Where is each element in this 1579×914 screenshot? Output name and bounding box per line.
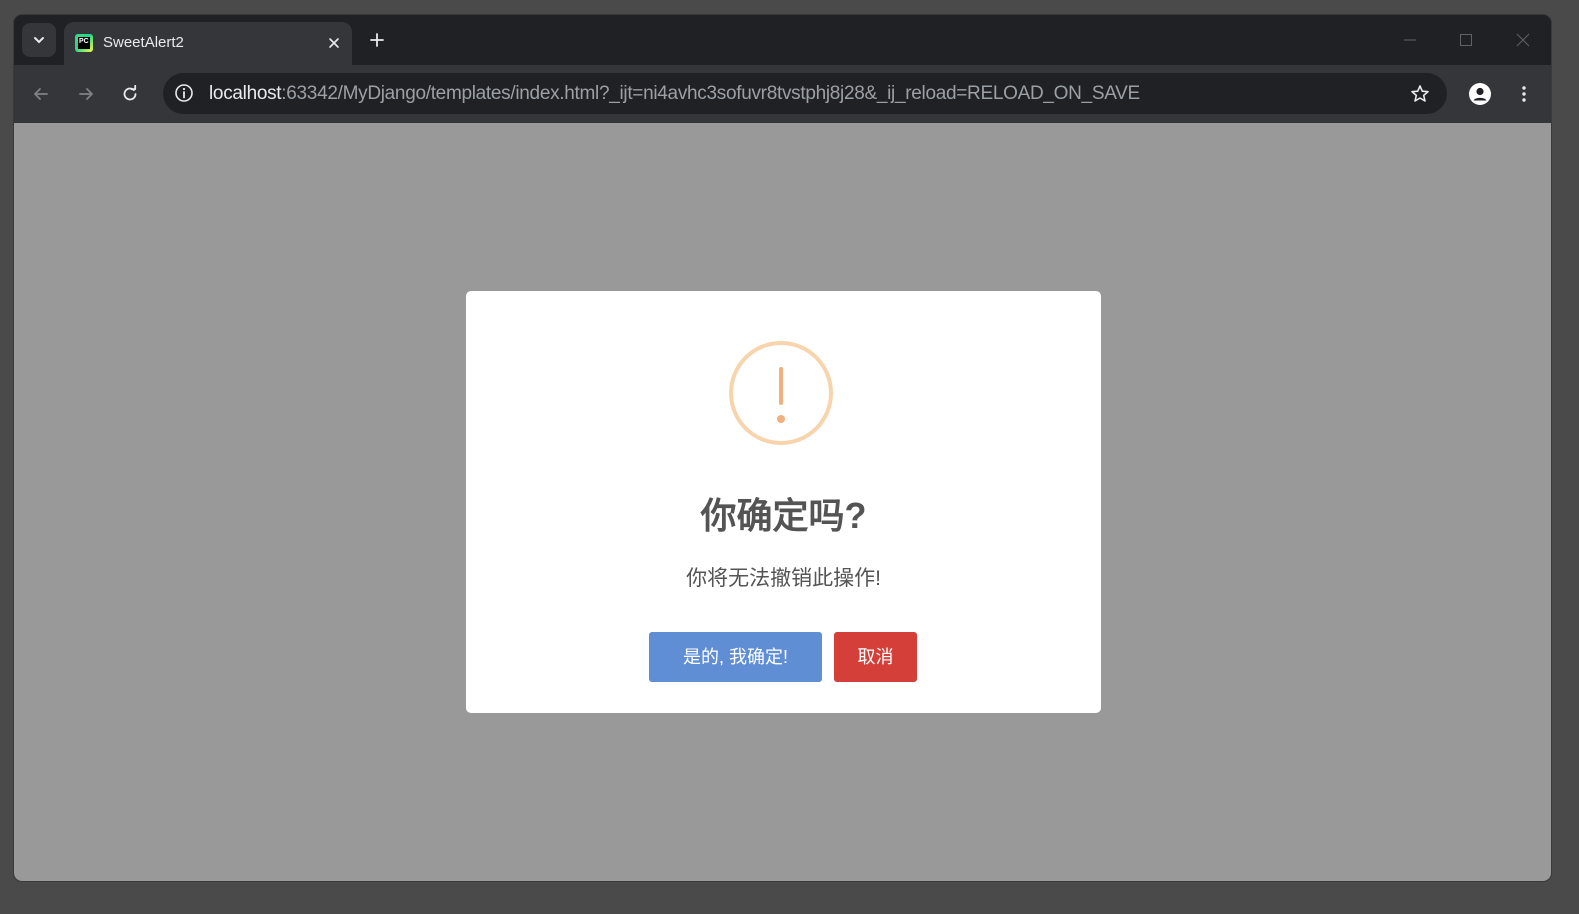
browser-window: PC SweetAlert2 localhost:63342/MyDjango/… [14,15,1551,881]
reload-button[interactable] [114,78,146,110]
url-text[interactable]: localhost:63342/MyDjango/templates/index… [209,83,1140,105]
dialog-title: 你确定吗? [700,495,867,536]
reload-icon [123,85,137,101]
plus-icon [370,33,384,47]
favicon-text: PC [78,37,90,49]
sweetalert-dialog: 你确定吗? 你将无法撤销此操作! 是的, 我确定! 取消 [466,291,1101,713]
tab-search-button[interactable] [22,23,56,57]
arrow-left-icon [34,88,48,100]
warning-bar [779,367,783,405]
profile-button[interactable] [1464,78,1496,110]
tab-title: SweetAlert2 [103,34,184,51]
site-info-button[interactable] [172,81,196,105]
info-icon [175,84,193,102]
warning-icon [729,341,833,445]
close-window-button[interactable] [1509,27,1537,53]
minimize-icon [1404,39,1416,41]
close-icon [1516,33,1530,47]
confirm-button[interactable]: 是的, 我确定! [649,632,822,682]
menu-button[interactable] [1508,78,1540,110]
minimize-button[interactable] [1396,27,1424,53]
maximize-icon [1460,34,1472,46]
person-icon [1469,83,1491,105]
tab-strip: PC SweetAlert2 [14,15,1551,65]
chevron-down-icon [34,37,44,44]
cancel-button[interactable]: 取消 [834,632,917,682]
new-tab-button[interactable] [364,27,390,53]
url-host: localhost [209,83,282,104]
url-path: :63342/MyDjango/templates/index.html?_ij… [281,83,1140,104]
arrow-right-icon [79,88,93,100]
close-icon [329,38,339,48]
star-icon [1411,85,1429,102]
back-button[interactable] [25,78,57,110]
browser-toolbar: localhost:63342/MyDjango/templates/index… [14,65,1551,123]
bookmark-button[interactable] [1407,81,1433,107]
pycharm-favicon-icon: PC [75,34,93,52]
more-vert-icon [1522,86,1526,102]
page-backdrop[interactable]: 你确定吗? 你将无法撤销此操作! 是的, 我确定! 取消 [14,123,1551,881]
dialog-text: 你将无法撤销此操作! [686,567,881,590]
maximize-button[interactable] [1452,27,1480,53]
forward-button[interactable] [70,78,102,110]
warning-dot [777,415,785,423]
address-bar[interactable]: localhost:63342/MyDjango/templates/index… [163,73,1447,114]
tab-close-button[interactable] [324,33,344,53]
tab-sweetalert2[interactable]: PC SweetAlert2 [64,22,352,65]
